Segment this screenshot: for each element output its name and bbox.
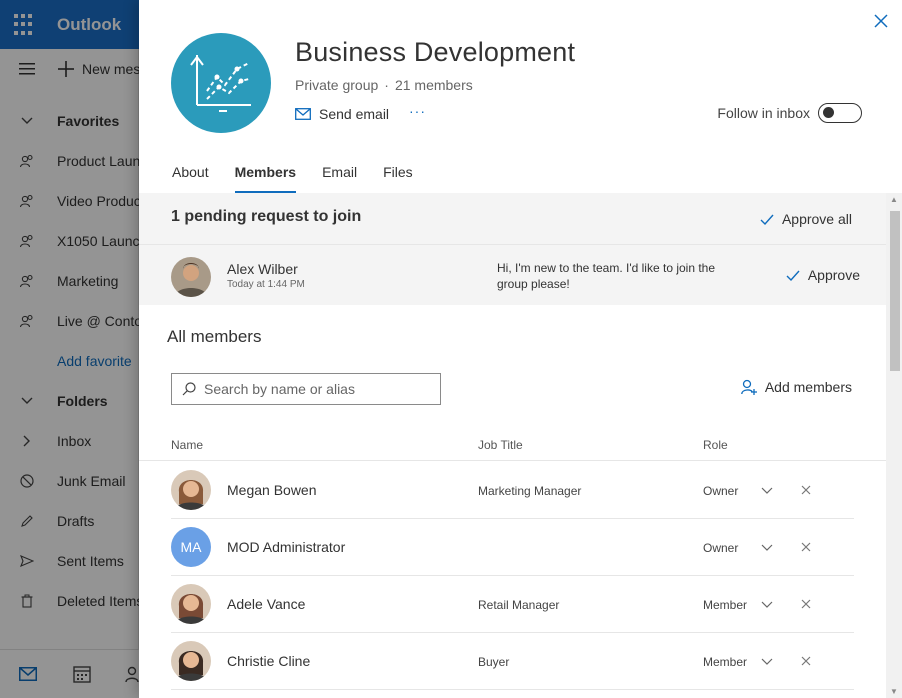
checkmark-icon [760,214,774,225]
avatar [171,470,211,510]
role-dropdown-chevron-down-icon[interactable] [761,539,775,553]
column-header-job-title[interactable]: Job Title [478,438,523,452]
pending-request-row: Alex Wilber Today at 1:44 PM Hi, I'm new… [139,245,886,305]
tab-email[interactable]: Email [322,157,357,193]
request-message: Hi, I'm new to the team. I'd like to joi… [497,261,716,291]
group-member-count[interactable]: 21 members [395,77,473,93]
member-job-title: Buyer [478,655,510,669]
approve-all-button[interactable]: Approve all [760,211,852,227]
approve-all-label: Approve all [781,211,852,227]
member-search-box[interactable] [171,373,441,405]
members-table-header: Name Job Title Role [139,436,886,461]
requester-name: Alex Wilber [227,261,298,277]
checkmark-icon [786,270,800,281]
separator-dot: · [384,77,389,93]
member-job-title: Marketing Manager [478,484,582,498]
mail-icon [295,108,311,120]
add-person-icon [740,379,757,395]
group-privacy: Private group [295,77,379,93]
scrollbar[interactable]: ▲ ▼ [886,193,902,698]
scrollbar-thumb[interactable] [890,211,900,371]
pending-requests-header: 1 pending request to join Approve all [139,193,886,245]
close-icon [874,14,888,28]
toggle-knob [823,107,834,118]
member-name: Christie Cline [227,653,311,669]
member-role: Owner [703,484,739,498]
send-email-label: Send email [319,106,390,122]
avatar [171,257,211,297]
tab-about[interactable]: About [172,157,209,193]
approve-label: Approve [807,267,860,283]
role-dropdown-chevron-down-icon[interactable] [761,596,775,610]
members-scroll-area: 1 pending request to join Approve all Al… [139,193,886,698]
follow-in-inbox: Follow in inbox [717,103,862,123]
table-row[interactable]: Megan Bowen Marketing Manager Owner [171,462,854,519]
table-row[interactable]: MA MOD Administrator Owner [171,519,854,576]
role-dropdown-chevron-down-icon[interactable] [761,653,775,667]
chart-growth-icon [190,55,251,112]
column-header-name[interactable]: Name [171,438,203,452]
member-name: Megan Bowen [227,482,317,498]
follow-toggle[interactable] [818,103,862,123]
table-row[interactable]: Christie Cline Buyer Member [171,633,854,690]
avatar: MA [171,527,211,567]
group-avatar [171,33,271,133]
member-name: MOD Administrator [227,539,346,555]
remove-member-close-icon[interactable] [801,653,815,667]
all-members-heading: All members [167,327,262,346]
more-options-button[interactable]: ··· [409,103,426,119]
follow-label: Follow in inbox [717,105,810,121]
remove-member-close-icon[interactable] [801,539,815,553]
send-email-button[interactable]: Send email [295,104,389,124]
avatar [171,584,211,624]
column-header-role[interactable]: Role [703,438,728,452]
remove-member-close-icon[interactable] [801,596,815,610]
add-members-button[interactable]: Add members [740,379,852,395]
approve-button[interactable]: Approve [786,267,860,283]
add-members-label: Add members [764,379,852,395]
group-panel: Business Development Private group · 21 … [139,0,902,698]
member-role: Member [703,598,748,612]
member-job-title: Retail Manager [478,598,560,612]
group-title: Business Development [295,37,576,67]
role-dropdown-chevron-down-icon[interactable] [761,482,775,496]
panel-tabs: About Members Email Files [172,157,413,193]
tab-files[interactable]: Files [383,157,413,193]
member-name: Adele Vance [227,596,306,612]
pending-title: 1 pending request to join [171,208,362,225]
request-time: Today at 1:44 PM [227,279,305,290]
remove-member-close-icon[interactable] [801,482,815,496]
tab-members[interactable]: Members [234,157,297,193]
member-role: Owner [703,541,739,555]
scroll-up-icon[interactable]: ▲ [890,195,898,204]
search-icon [182,382,196,396]
member-role: Member [703,655,748,669]
table-row[interactable]: Adele Vance Retail Manager Member [171,576,854,633]
close-button[interactable] [870,10,892,32]
group-subtitle: Private group · 21 members [295,77,473,93]
search-input[interactable] [204,381,424,397]
scroll-down-icon[interactable]: ▼ [890,687,898,696]
avatar [171,641,211,681]
